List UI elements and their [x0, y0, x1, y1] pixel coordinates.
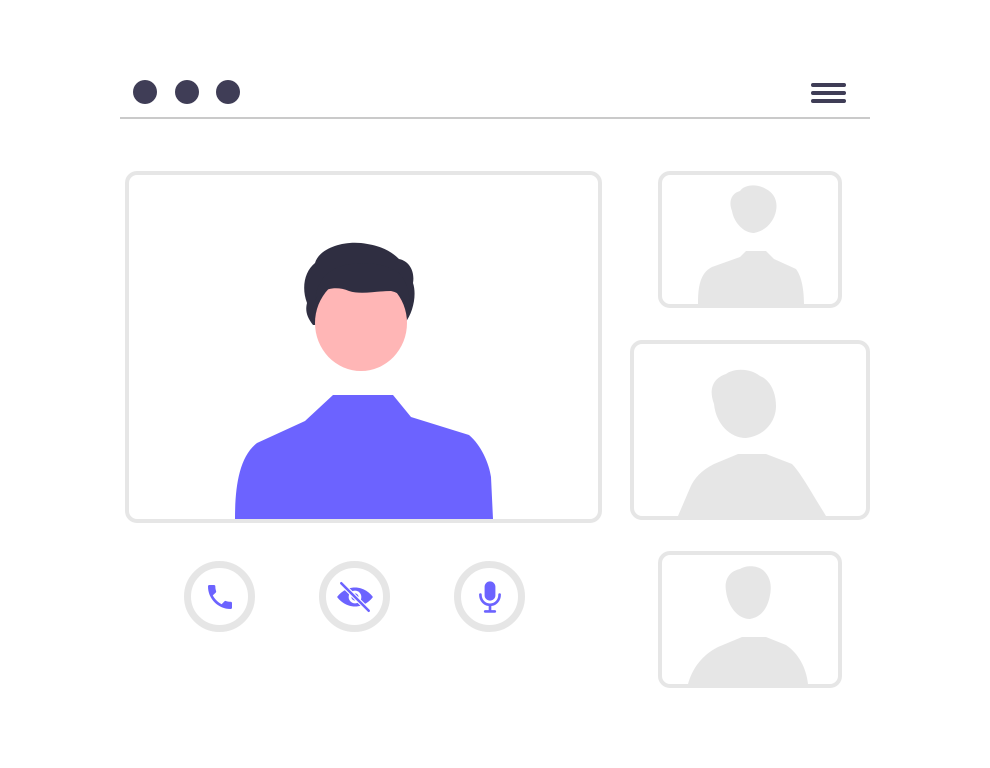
participant-placeholder-icon [688, 566, 808, 684]
header-divider [120, 117, 870, 119]
camera-toggle-button[interactable] [319, 561, 390, 632]
hamburger-menu-icon[interactable] [811, 80, 847, 106]
menu-line [811, 91, 846, 95]
participant-thumbnail-active[interactable] [630, 340, 870, 520]
participant-placeholder-icon [678, 369, 826, 516]
main-video-tile[interactable] [125, 171, 602, 523]
microphone-button[interactable] [454, 561, 525, 632]
participant-thumbnail[interactable] [658, 551, 842, 688]
eye-off-icon [336, 580, 373, 613]
phone-icon [207, 584, 232, 609]
menu-line [811, 99, 846, 103]
call-button[interactable] [184, 561, 255, 632]
microphone-icon [478, 580, 501, 613]
avatar-shirt [235, 395, 493, 519]
window-dot-close[interactable] [133, 80, 157, 104]
participant-thumbnail[interactable] [658, 171, 842, 308]
window-dot-maximize[interactable] [216, 80, 240, 104]
window-controls [133, 80, 243, 106]
window-dot-minimize[interactable] [175, 80, 199, 104]
participant-placeholder-icon [698, 185, 804, 304]
participant-avatar [235, 242, 493, 519]
menu-line [811, 83, 846, 87]
